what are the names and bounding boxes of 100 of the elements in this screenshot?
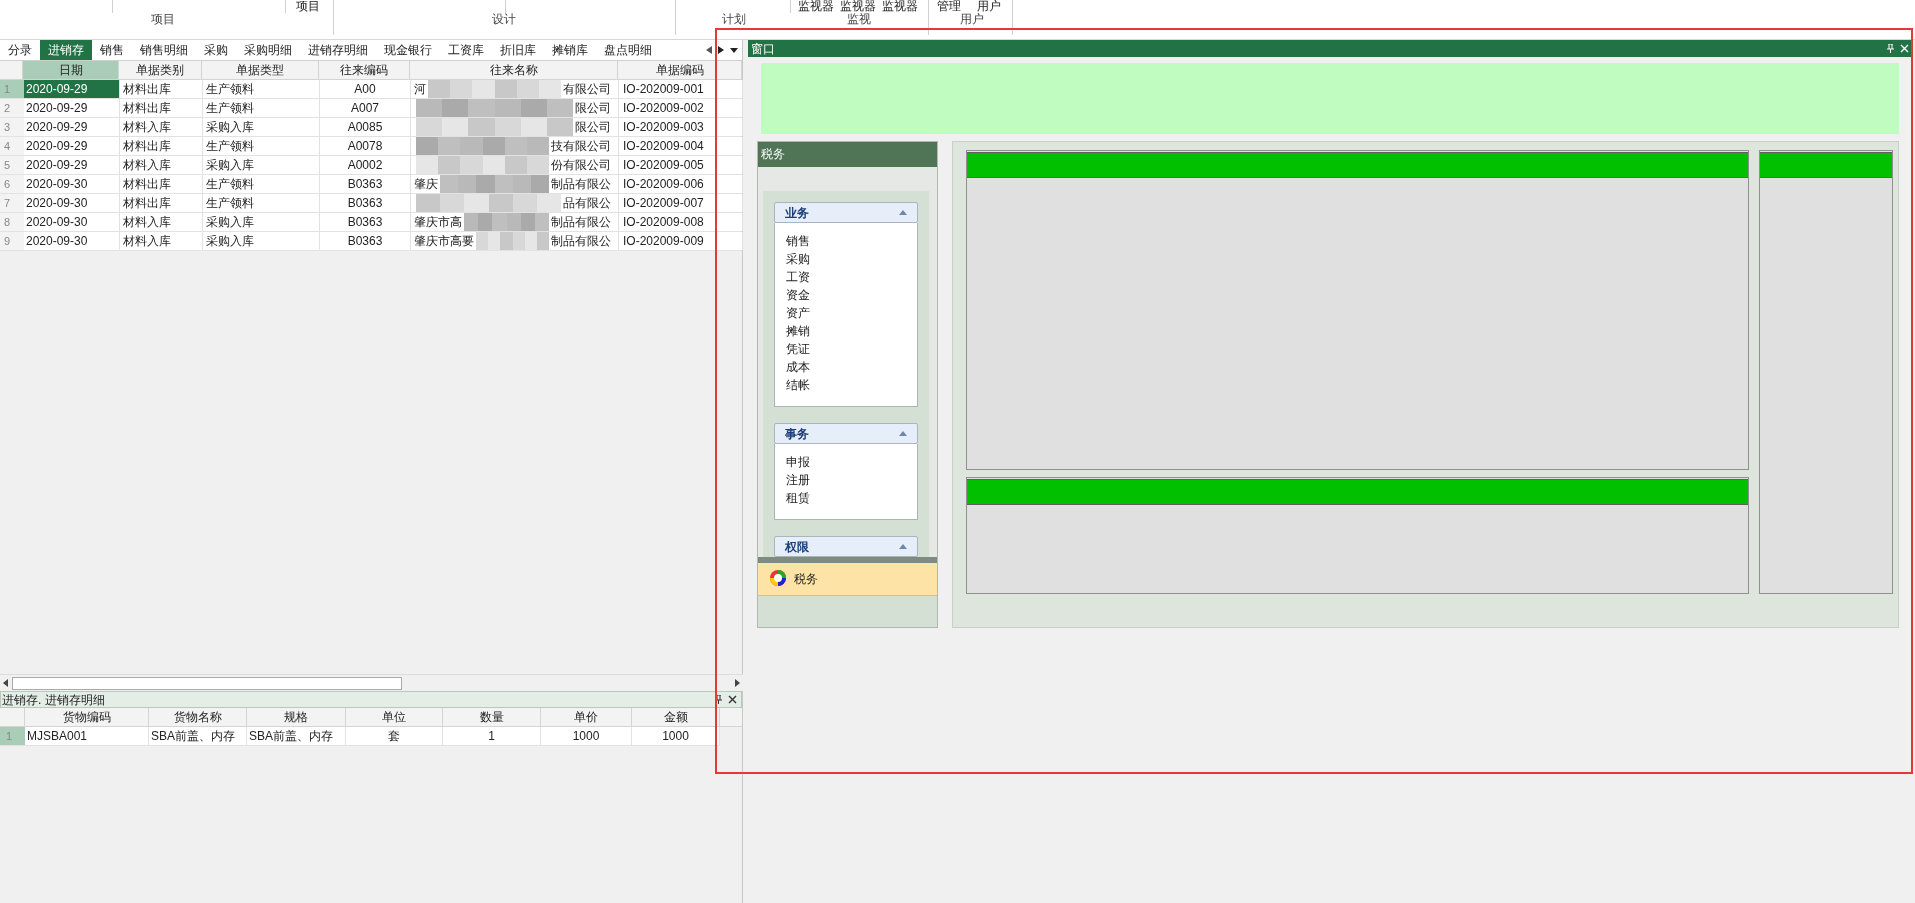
table-cell: 2020-09-30 bbox=[24, 232, 120, 250]
table-cell: 材料出库 bbox=[120, 137, 203, 155]
table-cell: B0363 bbox=[320, 175, 411, 193]
tab[interactable]: 采购 bbox=[196, 40, 236, 60]
scroll-right-icon[interactable] bbox=[718, 46, 724, 54]
table-cell-text: 肇庆市高 bbox=[414, 214, 462, 231]
horizontal-scrollbar[interactable] bbox=[0, 674, 743, 691]
column-header[interactable]: 金额 bbox=[632, 708, 720, 726]
nav-item[interactable]: 申报 bbox=[786, 453, 906, 471]
tab[interactable]: 盘点明细 bbox=[596, 40, 660, 60]
table-cell-text: 有限公司 bbox=[563, 81, 612, 98]
close-icon[interactable] bbox=[728, 695, 737, 704]
table-cell: 2020-09-30 bbox=[24, 175, 120, 193]
table-cell-text: 制品有限公 bbox=[551, 214, 612, 231]
table-cell: 生产领料 bbox=[203, 80, 320, 98]
column-header[interactable]: 单据编码 bbox=[618, 61, 742, 79]
nav-header: 税务 bbox=[758, 142, 937, 167]
tab[interactable]: 摊销库 bbox=[544, 40, 596, 60]
row-number: 1 bbox=[0, 727, 25, 745]
column-header[interactable]: 往来名称 bbox=[410, 61, 618, 79]
nav-item[interactable]: 结帐 bbox=[786, 376, 906, 394]
collapse-icon[interactable] bbox=[899, 431, 907, 436]
column-header[interactable]: 单据类别 bbox=[119, 61, 202, 79]
nav-item[interactable]: 工资 bbox=[786, 268, 906, 286]
column-header[interactable]: 货物编码 bbox=[25, 708, 149, 726]
table-cell: 生产领料 bbox=[203, 175, 320, 193]
scroll-right-icon[interactable] bbox=[735, 679, 740, 687]
ribbon-item[interactable]: 监视器 bbox=[882, 0, 918, 13]
table-cell: 采购入库 bbox=[203, 232, 320, 250]
nav-item[interactable]: 成本 bbox=[786, 358, 906, 376]
table-cell: A0002 bbox=[320, 156, 411, 174]
nav-item[interactable]: 销售 bbox=[786, 232, 906, 250]
tab[interactable]: 采购明细 bbox=[236, 40, 300, 60]
nav-item[interactable]: 注册 bbox=[786, 471, 906, 489]
column-header[interactable]: 单据类型 bbox=[202, 61, 319, 79]
table-cell: 生产领料 bbox=[203, 99, 320, 117]
dropdown-icon[interactable] bbox=[730, 47, 738, 53]
group-header[interactable]: 事务 bbox=[774, 423, 918, 444]
table-cell-text: 限公司 bbox=[575, 119, 612, 136]
tab[interactable]: 现金银行 bbox=[376, 40, 440, 60]
row-number: 6 bbox=[0, 175, 24, 193]
nav-item[interactable]: 租赁 bbox=[786, 489, 906, 507]
table-cell-text: 份有限公司 bbox=[551, 157, 612, 174]
table-cell: 生产领料 bbox=[203, 137, 320, 155]
column-header[interactable]: 往来编码 bbox=[319, 61, 410, 79]
row-number: 5 bbox=[0, 156, 24, 174]
column-header[interactable]: 单位 bbox=[346, 708, 443, 726]
row-number: 9 bbox=[0, 232, 24, 250]
table-cell: 1000 bbox=[632, 727, 720, 745]
column-header[interactable]: 日期 bbox=[23, 61, 119, 79]
ribbon-item[interactable]: 监视器 bbox=[798, 0, 834, 13]
column-header[interactable]: 数量 bbox=[443, 708, 541, 726]
column-header[interactable]: 单价 bbox=[541, 708, 632, 726]
table-cell-text: 制品有限公 bbox=[551, 176, 612, 193]
nav-item[interactable]: 资金 bbox=[786, 286, 906, 304]
column-header[interactable]: 规格 bbox=[247, 708, 346, 726]
table-cell: A0078 bbox=[320, 137, 411, 155]
group-header[interactable]: 业务 bbox=[774, 202, 918, 223]
ribbon-item[interactable]: 管理 bbox=[937, 0, 961, 13]
table-cell-text: 限公司 bbox=[575, 100, 612, 117]
collapse-icon[interactable] bbox=[899, 210, 907, 215]
column-header[interactable]: 货物名称 bbox=[149, 708, 247, 726]
table-cell: 材料出库 bbox=[120, 99, 203, 117]
table-cell: 2020-09-29 bbox=[24, 137, 120, 155]
nav-item[interactable]: 采购 bbox=[786, 250, 906, 268]
table-cell: 材料入库 bbox=[120, 213, 203, 231]
row-number: 2 bbox=[0, 99, 24, 117]
tab[interactable]: 销售明细 bbox=[132, 40, 196, 60]
ribbon-item[interactable]: 项目 bbox=[296, 0, 320, 13]
table-cell: 材料出库 bbox=[120, 194, 203, 212]
tab[interactable]: 进销存 bbox=[40, 40, 92, 60]
tab[interactable]: 折旧库 bbox=[492, 40, 544, 60]
table-cell: B0363 bbox=[320, 213, 411, 231]
ribbon-item[interactable]: 监视器 bbox=[840, 0, 876, 13]
nav-item[interactable]: 凭证 bbox=[786, 340, 906, 358]
table-cell: 2020-09-30 bbox=[24, 194, 120, 212]
table-cell: 2020-09-29 bbox=[24, 80, 120, 98]
group-header[interactable]: 权限 bbox=[774, 536, 918, 557]
tab[interactable]: 销售 bbox=[92, 40, 132, 60]
tab[interactable]: 分录 bbox=[0, 40, 40, 60]
tab[interactable]: 进销存明细 bbox=[300, 40, 376, 60]
nav-item[interactable]: 资产 bbox=[786, 304, 906, 322]
ribbon-item[interactable]: 用户 bbox=[977, 0, 1001, 13]
scroll-left-icon[interactable] bbox=[706, 46, 712, 54]
nav-footer-button[interactable]: 税务 bbox=[758, 563, 937, 596]
nav-item[interactable]: 摊销 bbox=[786, 322, 906, 340]
collapse-icon[interactable] bbox=[899, 544, 907, 549]
table-cell: SBA前盖、内存 bbox=[149, 727, 247, 745]
ribbon-group-label: 监视 bbox=[847, 12, 871, 26]
table-cell: A007 bbox=[320, 99, 411, 117]
table-cell-text: 河 bbox=[414, 81, 426, 98]
panel-title: 进销存. 进销存明细 bbox=[1, 691, 105, 708]
scroll-left-icon[interactable] bbox=[3, 679, 8, 687]
table-cell-text: 品有限公 bbox=[563, 195, 612, 212]
tab[interactable]: 工资库 bbox=[440, 40, 492, 60]
table-cell: 1000 bbox=[541, 727, 632, 745]
table-cell: 材料入库 bbox=[120, 232, 203, 250]
table-cell-text: 技有限公司 bbox=[551, 138, 612, 155]
table-cell: 材料出库 bbox=[120, 175, 203, 193]
pin-icon[interactable] bbox=[715, 695, 722, 704]
